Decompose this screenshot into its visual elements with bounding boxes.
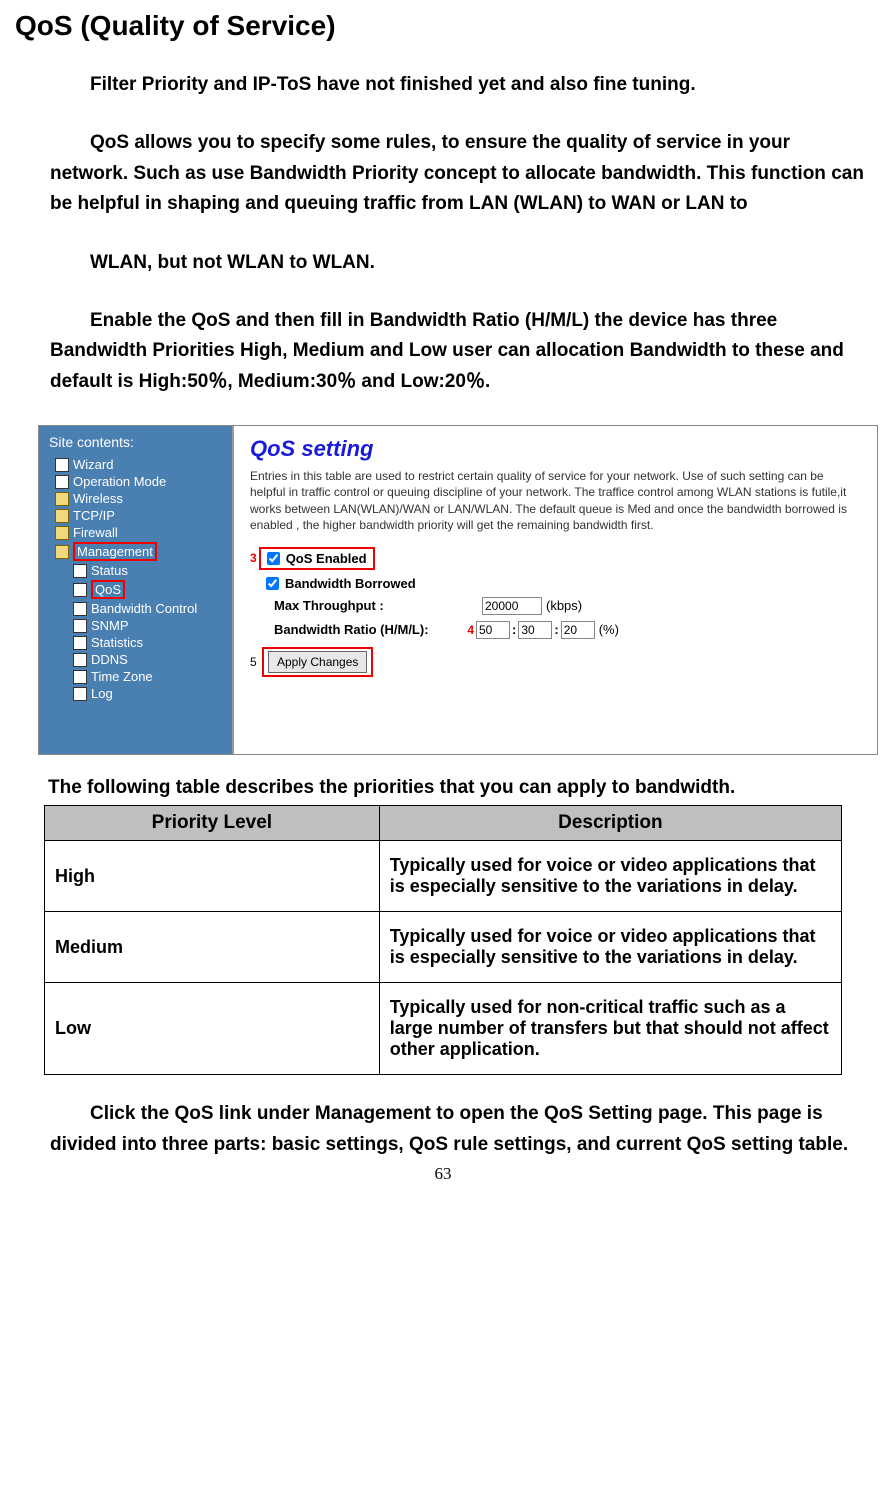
- sidebar-item-snmp[interactable]: SNMP: [69, 617, 232, 634]
- apply-row: 5 Apply Changes: [250, 647, 867, 677]
- panel-description: Entries in this table are used to restri…: [250, 468, 867, 533]
- sidebar-item-tcp-ip[interactable]: TCP/IP: [51, 507, 232, 524]
- apply-changes-button[interactable]: Apply Changes: [268, 651, 367, 673]
- qos-enabled-checkbox[interactable]: [267, 552, 280, 565]
- page-number: 63: [20, 1164, 866, 1184]
- bandwidth-borrowed-checkbox[interactable]: [266, 577, 279, 590]
- page-title: QoS (Quality of Service): [15, 10, 866, 42]
- max-throughput-label: Max Throughput :: [250, 598, 430, 613]
- sidebar-item-time-zone[interactable]: Time Zone: [69, 668, 232, 685]
- sidebar-item-wireless[interactable]: Wireless: [51, 490, 232, 507]
- page-icon: [73, 653, 87, 667]
- sidebar-item-label: Statistics: [91, 635, 143, 650]
- page-icon: [73, 636, 87, 650]
- sidebar-item-operation-mode[interactable]: Operation Mode: [51, 473, 232, 490]
- table-head-desc: Description: [379, 806, 841, 841]
- folder-icon: [55, 509, 69, 523]
- sidebar-item-wizard[interactable]: Wizard: [51, 456, 232, 473]
- page-icon: [55, 475, 69, 489]
- max-throughput-unit: (kbps): [546, 598, 582, 613]
- sidebar-item-label: Time Zone: [91, 669, 153, 684]
- table-cell-desc: Typically used for non-critical traffic …: [379, 983, 841, 1075]
- sidebar-item-label: Management: [73, 542, 157, 561]
- sidebar-item-ddns[interactable]: DDNS: [69, 651, 232, 668]
- table-row: Low Typically used for non-critical traf…: [45, 983, 842, 1075]
- page-icon: [73, 687, 87, 701]
- intro-paragraph-3: WLAN, but not WLAN to WLAN.: [20, 248, 866, 278]
- sidebar-item-firewall[interactable]: Firewall: [51, 524, 232, 541]
- sidebar-item-label: Status: [91, 563, 128, 578]
- page-icon: [73, 602, 87, 616]
- qos-enabled-label: QoS Enabled: [286, 551, 367, 566]
- bandwidth-ratio-label: Bandwidth Ratio (H/M/L):: [250, 622, 430, 637]
- bandwidth-ratio-row: Bandwidth Ratio (H/M/L): 4 : : (%): [250, 621, 867, 639]
- bandwidth-borrowed-label: Bandwidth Borrowed: [285, 576, 416, 591]
- folder-icon: [55, 526, 69, 540]
- page-icon: [73, 583, 87, 597]
- table-cell-level: Low: [45, 983, 380, 1075]
- ratio-sep-1: :: [510, 622, 518, 637]
- priority-table: Priority Level Description High Typicall…: [44, 805, 842, 1075]
- bandwidth-borrowed-row: Bandwidth Borrowed: [250, 576, 867, 591]
- sidebar-item-label: Operation Mode: [73, 474, 166, 489]
- sidebar-item-log[interactable]: Log: [69, 685, 232, 702]
- sidebar-item-label: Wizard: [73, 457, 113, 472]
- intro-paragraph-4: Enable the QoS and then fill in Bandwidt…: [20, 306, 866, 397]
- main-panel: QoS setting Entries in this table are us…: [234, 426, 877, 754]
- table-cell-desc: Typically used for voice or video applic…: [379, 841, 841, 912]
- marker-3: 3: [250, 551, 257, 565]
- closing-paragraph: Click the QoS link under Management to o…: [20, 1099, 866, 1160]
- max-throughput-input[interactable]: [482, 597, 542, 615]
- page-icon: [73, 564, 87, 578]
- ratio-unit: (%): [599, 622, 619, 637]
- table-cell-level: Medium: [45, 912, 380, 983]
- page-icon: [73, 670, 87, 684]
- sidebar-item-statistics[interactable]: Statistics: [69, 634, 232, 651]
- page-icon: [55, 458, 69, 472]
- ratio-sep-2: :: [552, 622, 560, 637]
- sidebar-item-label: Log: [91, 686, 113, 701]
- intro-paragraph-2: QoS allows you to specify some rules, to…: [20, 128, 866, 219]
- marker-4: 4: [430, 623, 474, 637]
- table-head-level: Priority Level: [45, 806, 380, 841]
- sidebar-title: Site contents:: [39, 434, 232, 450]
- ratio-medium-input[interactable]: [518, 621, 552, 639]
- sidebar-item-label: TCP/IP: [73, 508, 115, 523]
- sidebar-item-label: Bandwidth Control: [91, 601, 197, 616]
- qos-enabled-row: 3 QoS Enabled: [250, 547, 867, 570]
- intro-paragraph-1: Filter Priority and IP-ToS have not fini…: [20, 70, 866, 100]
- folder-icon: [55, 545, 69, 559]
- sidebar-item-bandwidth-control[interactable]: Bandwidth Control: [69, 600, 232, 617]
- sidebar-item-qos[interactable]: QoS: [69, 579, 232, 600]
- ratio-low-input[interactable]: [561, 621, 595, 639]
- sidebar-item-label: SNMP: [91, 618, 129, 633]
- table-lead: The following table describes the priori…: [20, 777, 866, 799]
- sidebar-item-label: Firewall: [73, 525, 118, 540]
- folder-icon: [55, 492, 69, 506]
- sidebar-item-status[interactable]: Status: [69, 562, 232, 579]
- sidebar: Site contents: Wizard Operation Mode Wirel…: [39, 426, 234, 754]
- max-throughput-row: Max Throughput : (kbps): [250, 597, 867, 615]
- table-row: Medium Typically used for voice or video…: [45, 912, 842, 983]
- page-icon: [73, 619, 87, 633]
- marker-5: 5: [250, 655, 262, 669]
- table-cell-desc: Typically used for voice or video applic…: [379, 912, 841, 983]
- table-cell-level: High: [45, 841, 380, 912]
- sidebar-item-management[interactable]: Management: [51, 541, 232, 562]
- table-row: High Typically used for voice or video a…: [45, 841, 842, 912]
- embedded-screenshot: Site contents: Wizard Operation Mode Wirel…: [20, 425, 866, 755]
- panel-title: QoS setting: [250, 436, 867, 462]
- sidebar-item-label: DDNS: [91, 652, 128, 667]
- sidebar-item-label: Wireless: [73, 491, 123, 506]
- sidebar-item-label: QoS: [91, 580, 125, 599]
- ratio-high-input[interactable]: [476, 621, 510, 639]
